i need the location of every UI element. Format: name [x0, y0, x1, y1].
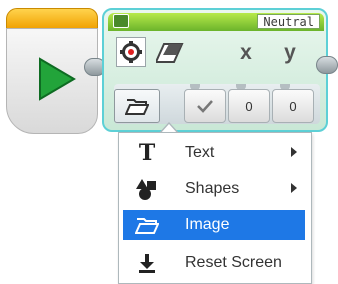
download-icon — [135, 252, 159, 274]
start-block-tab — [6, 8, 98, 30]
x-param: x — [230, 38, 262, 68]
display-block-header: Neutral — [108, 13, 324, 31]
start-block-body[interactable] — [6, 28, 98, 134]
menu-item-image[interactable]: Image — [123, 210, 305, 240]
text-icon: T — [138, 140, 156, 166]
play-icon[interactable] — [37, 57, 77, 101]
menu-item-shapes[interactable]: Shapes — [123, 174, 305, 204]
menu-item-text[interactable]: T Text — [123, 138, 305, 168]
y-value-input[interactable]: 0 — [272, 89, 314, 123]
mode-label[interactable]: Neutral — [257, 14, 320, 29]
display-icon — [113, 14, 129, 28]
y-param-label: y — [284, 41, 296, 64]
y-param: y — [274, 38, 306, 68]
menu-item-reset-screen[interactable]: Reset Screen — [123, 248, 305, 278]
x-param-label: x — [240, 41, 252, 64]
menu-item-label: Text — [185, 144, 215, 161]
menu-item-label: Image — [185, 216, 230, 233]
clear-screen-value[interactable] — [184, 89, 226, 123]
display-block[interactable]: Neutral x y 0 0 — [102, 8, 328, 132]
menu-item-label: Reset Screen — [185, 254, 282, 271]
x-value-input[interactable]: 0 — [228, 89, 270, 123]
folder-icon — [135, 214, 159, 236]
checkmark-icon — [197, 100, 213, 113]
folder-icon — [125, 99, 149, 115]
submenu-arrow-icon — [291, 183, 297, 193]
eraser-icon — [154, 38, 186, 68]
submenu-arrow-icon — [291, 147, 297, 157]
file-type-menu: T Text Shapes Image Reset Screen — [118, 132, 312, 284]
color-sensor-icon[interactable] — [116, 37, 146, 67]
sequence-connector[interactable] — [316, 56, 338, 74]
shapes-icon — [135, 178, 159, 200]
file-name-button[interactable] — [114, 89, 160, 123]
menu-item-label: Shapes — [185, 180, 240, 197]
